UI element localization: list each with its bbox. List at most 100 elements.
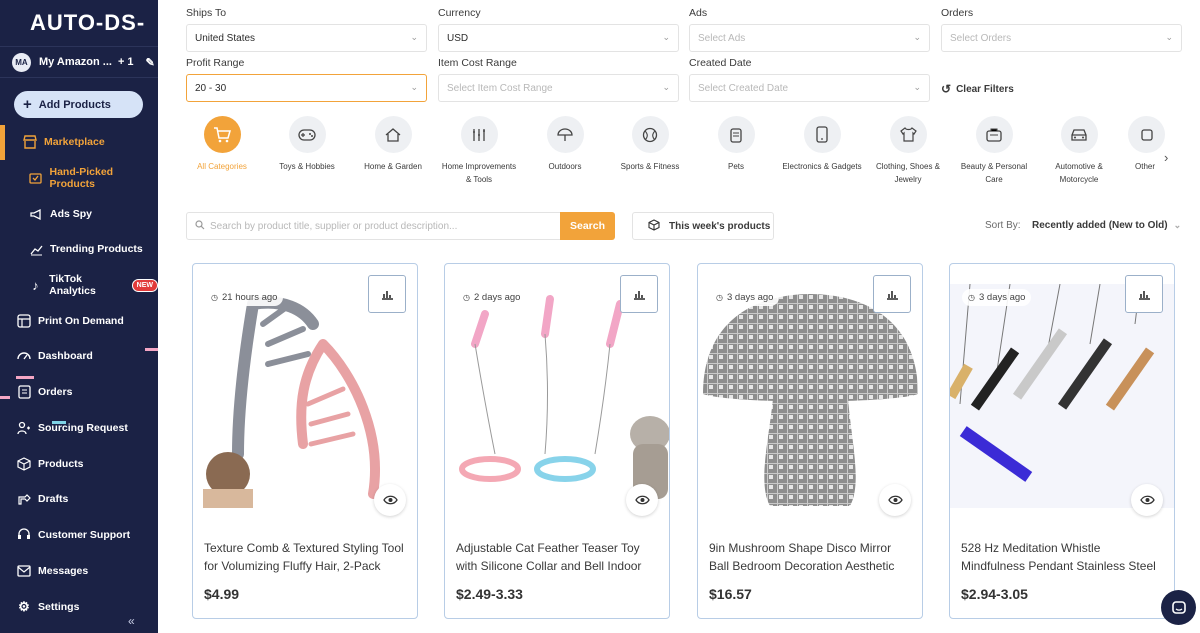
clear-filters-button[interactable]: ↺ Clear Filters [941, 82, 1014, 96]
sidebar-item-marketplace[interactable]: Marketplace [0, 127, 158, 157]
preview-eye-icon[interactable] [1131, 484, 1163, 516]
other-icon [1128, 116, 1165, 153]
ads-select[interactable]: Select Ads ⌄ [689, 24, 930, 52]
sidebar-item-dashboard[interactable]: Dashboard [0, 341, 158, 371]
search-input[interactable]: Search by product title, supplier or pro… [186, 212, 561, 240]
gamepad-icon [288, 116, 326, 153]
category-home-garden[interactable]: Home & Garden [353, 116, 433, 174]
category-home-improvements[interactable]: Home Improvements & Tools [439, 116, 519, 186]
currency-label: Currency [438, 7, 481, 19]
this-weeks-products-label: This week's products [669, 220, 771, 232]
category-all[interactable]: All Categories [182, 116, 262, 174]
tools-icon [460, 116, 498, 153]
sidebar-item-label: Settings [38, 601, 80, 613]
add-products-button[interactable]: + Add Products [14, 91, 143, 118]
product-title[interactable]: Adjustable Cat Feather Teaser Toy with S… [456, 539, 661, 575]
search-icon [195, 219, 205, 233]
bar-chart-icon [382, 291, 393, 300]
category-label: Home Improvements & Tools [441, 162, 517, 184]
category-sports[interactable]: Sports & Fitness [610, 116, 690, 174]
currency-select[interactable]: USD ⌄ [438, 24, 679, 52]
preview-eye-icon[interactable] [879, 484, 911, 516]
chat-button[interactable] [1161, 590, 1196, 625]
chevron-right-icon[interactable]: › [1164, 150, 1168, 165]
sidebar-item-print-on-demand[interactable]: Print On Demand [0, 306, 158, 336]
sidebar-item-tiktok[interactable]: ♪ TikTok Analytics NEW [0, 270, 158, 300]
timestamp-text: 3 days ago [726, 292, 774, 303]
sidebar-item-customer-support[interactable]: Customer Support [0, 520, 158, 550]
sidebar-item-messages[interactable]: Messages [0, 556, 158, 586]
sidebar-item-sourcing[interactable]: Sourcing Request [0, 413, 158, 443]
category-outdoors[interactable]: Outdoors [525, 116, 605, 174]
product-image[interactable] [950, 283, 1174, 508]
category-toys[interactable]: Toys & Hobbies [267, 116, 347, 174]
clock-icon: ◷ [463, 293, 470, 302]
orders-select[interactable]: Select Orders ⌄ [941, 24, 1182, 52]
chevron-down-icon: ⌄ [662, 82, 670, 92]
category-label: Outdoors [548, 162, 582, 171]
product-card[interactable]: ◷ 2 days ago Adjustable Cat Feather Teas… [444, 263, 670, 619]
product-card[interactable]: ◷ 3 days ago 528 Hz Meditation Whistle M… [949, 263, 1175, 619]
megaphone-icon [28, 206, 44, 222]
preview-eye-icon[interactable] [374, 484, 406, 516]
ads-label: Ads [689, 7, 708, 19]
created-date-select[interactable]: Select Created Date ⌄ [689, 74, 930, 102]
category-pets[interactable]: Pets [696, 116, 776, 174]
product-title[interactable]: Texture Comb & Textured Styling Tool for… [204, 539, 409, 575]
created-date-placeholder: Select Created Date [698, 82, 789, 94]
product-price: $16.57 [709, 586, 752, 602]
ships-to-select[interactable]: United States ⌄ [186, 24, 427, 52]
sidebar-item-label: Messages [38, 565, 89, 577]
collapse-sidebar-icon[interactable]: « [128, 614, 135, 628]
analytics-button[interactable] [873, 275, 911, 313]
product-image[interactable] [698, 284, 922, 508]
category-label: Other [1135, 162, 1156, 171]
category-clothing[interactable]: Clothing, Shoes & Jewelry [868, 116, 948, 186]
analytics-button[interactable] [620, 275, 658, 313]
chevron-down-icon: ⌄ [662, 32, 670, 42]
sidebar-item-ads-spy[interactable]: Ads Spy [0, 199, 158, 229]
sidebar-item-drafts[interactable]: Drafts [0, 484, 158, 514]
item-cost-range-label: Item Cost Range [438, 57, 517, 69]
preview-eye-icon[interactable] [626, 484, 658, 516]
sort-select[interactable]: Recently added (New to Old) ⌄ [1032, 220, 1181, 231]
search-button[interactable]: Search [560, 212, 615, 240]
decoration [0, 396, 10, 399]
umbrella-icon [546, 116, 584, 153]
item-cost-range-select[interactable]: Select Item Cost Range ⌄ [438, 74, 679, 102]
sort-value: Recently added (New to Old) [1032, 220, 1168, 231]
house-icon [374, 116, 412, 153]
category-other[interactable]: Other [1106, 116, 1186, 174]
sidebar-item-trending[interactable]: Trending Products [0, 234, 158, 264]
product-title[interactable]: 528 Hz Meditation Whistle Mindfulness Pe… [961, 539, 1166, 575]
store-switcher[interactable]: MA My Amazon ... + 1 ✎ [0, 46, 158, 78]
product-title[interactable]: 9in Mushroom Shape Disco Mirror Ball Bed… [709, 539, 914, 575]
decoration [52, 421, 66, 424]
product-card[interactable]: ◷ 3 days ago 9in Mushroom Shape Disco Mi… [697, 263, 923, 619]
sidebar-item-products[interactable]: Products [0, 449, 158, 479]
app-logo[interactable]: AUTO-DS- [30, 10, 145, 36]
sort-label: Sort By: [985, 220, 1021, 231]
sidebar: AUTO-DS- MA My Amazon ... + 1 ✎ + Add Pr… [0, 0, 158, 633]
edit-icon[interactable]: ✎ [146, 56, 155, 69]
plus-icon: + [23, 96, 32, 113]
category-electronics[interactable]: Electronics & Gadgets [782, 116, 862, 174]
category-label: All Categories [197, 162, 247, 171]
orders-placeholder: Select Orders [950, 32, 1012, 44]
this-weeks-products-button[interactable]: This week's products [632, 212, 774, 240]
category-label: Toys & Hobbies [279, 162, 335, 171]
category-beauty[interactable]: Beauty & Personal Care [954, 116, 1034, 186]
analytics-button[interactable] [1125, 275, 1163, 313]
store-avatar: MA [12, 52, 31, 72]
sidebar-item-hand-picked[interactable]: Hand-Picked Products [0, 163, 158, 193]
product-card[interactable]: ◷ 21 hours ago Texture Comb & Textured S… [192, 263, 418, 619]
analytics-button[interactable] [368, 275, 406, 313]
product-image[interactable] [445, 284, 669, 508]
product-image[interactable] [193, 284, 417, 508]
new-badge: NEW [131, 278, 158, 292]
product-price: $2.94-3.05 [961, 586, 1028, 602]
sidebar-item-label: Ads Spy [50, 208, 93, 220]
drafts-icon [16, 491, 32, 507]
sidebar-item-orders[interactable]: Orders [0, 377, 158, 407]
profit-range-select[interactable]: 20 - 30 ⌄ [186, 74, 427, 102]
